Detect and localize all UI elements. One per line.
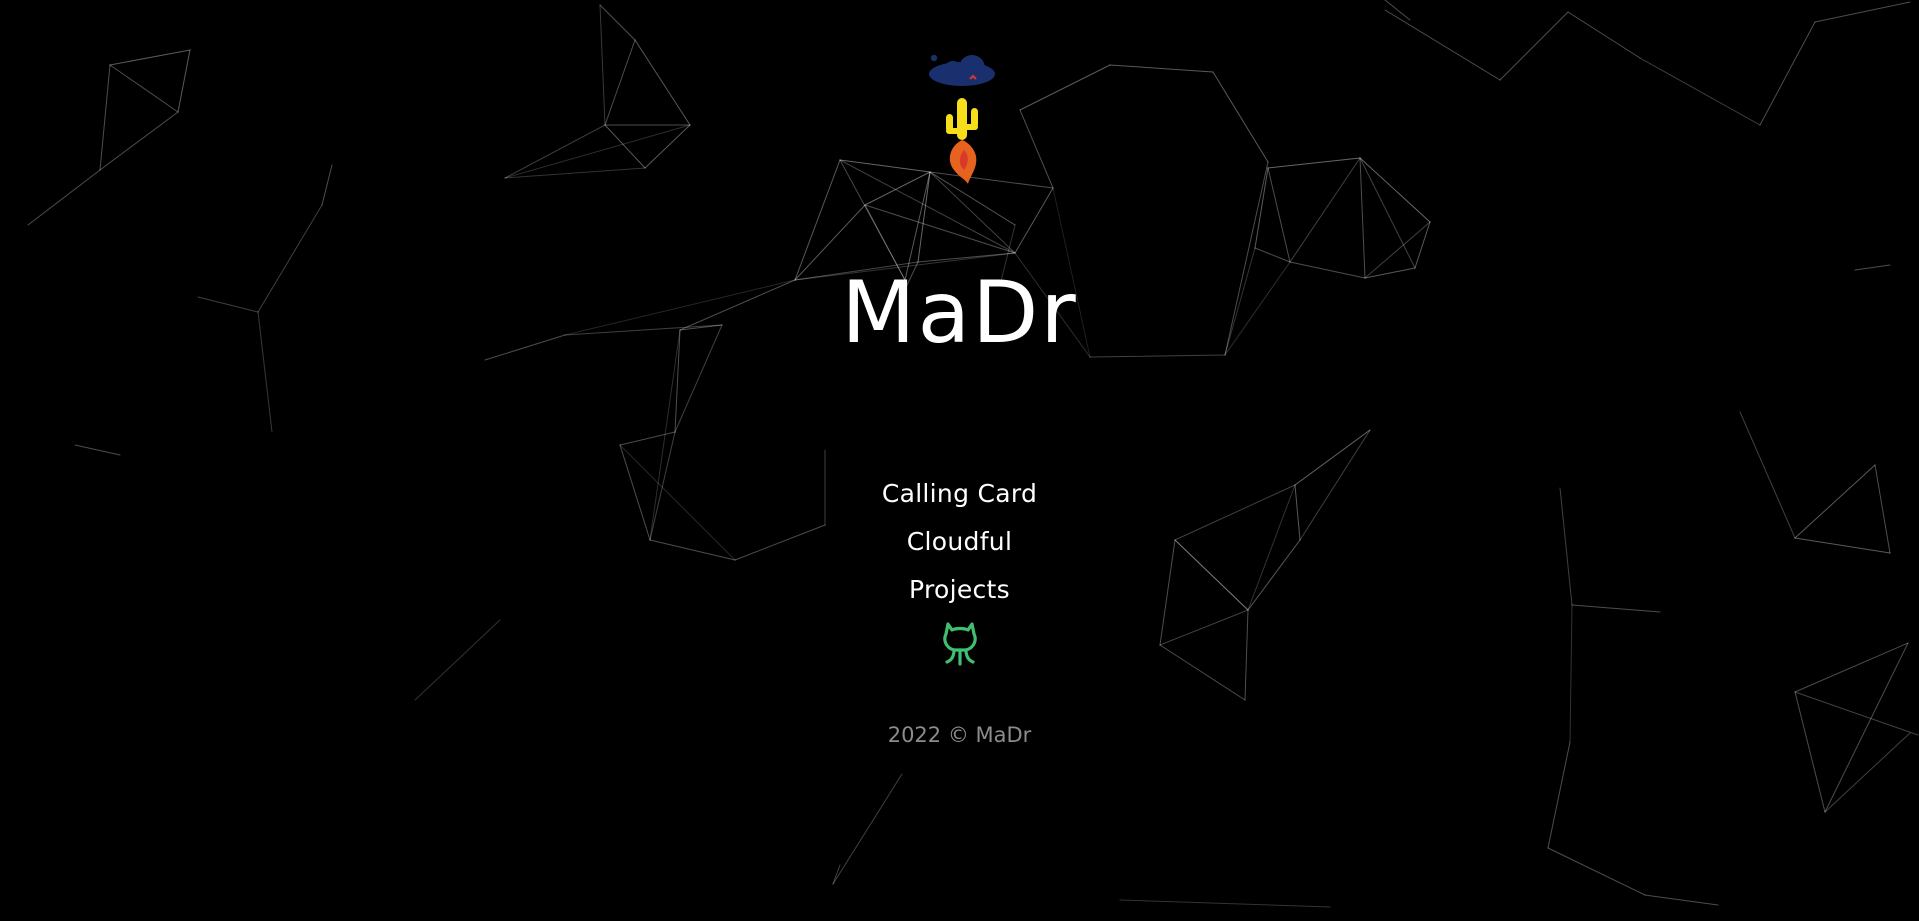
calling-card-link[interactable]: Calling Card [882, 479, 1037, 508]
page-content: MaDr Calling Card Cloudful Projects 2022… [0, 0, 1919, 921]
cloud-cactus-rocket-logo [929, 54, 995, 184]
cloud-icon [929, 54, 995, 86]
github-octocat-icon[interactable] [940, 620, 980, 666]
site-title: MaDr [841, 263, 1078, 363]
copyright-footer: 2022 © MaDr [887, 723, 1032, 747]
main-nav: Calling Card Cloudful Projects [0, 477, 1919, 621]
nav-item-calling-card: Calling Card [0, 477, 1919, 525]
nav-item-projects: Projects [0, 573, 1919, 621]
nav-item-cloudful: Cloudful [0, 525, 1919, 573]
flame-icon [949, 140, 977, 184]
cloudful-link[interactable]: Cloudful [907, 527, 1012, 556]
projects-link[interactable]: Projects [909, 575, 1010, 604]
cactus-icon [946, 98, 978, 140]
